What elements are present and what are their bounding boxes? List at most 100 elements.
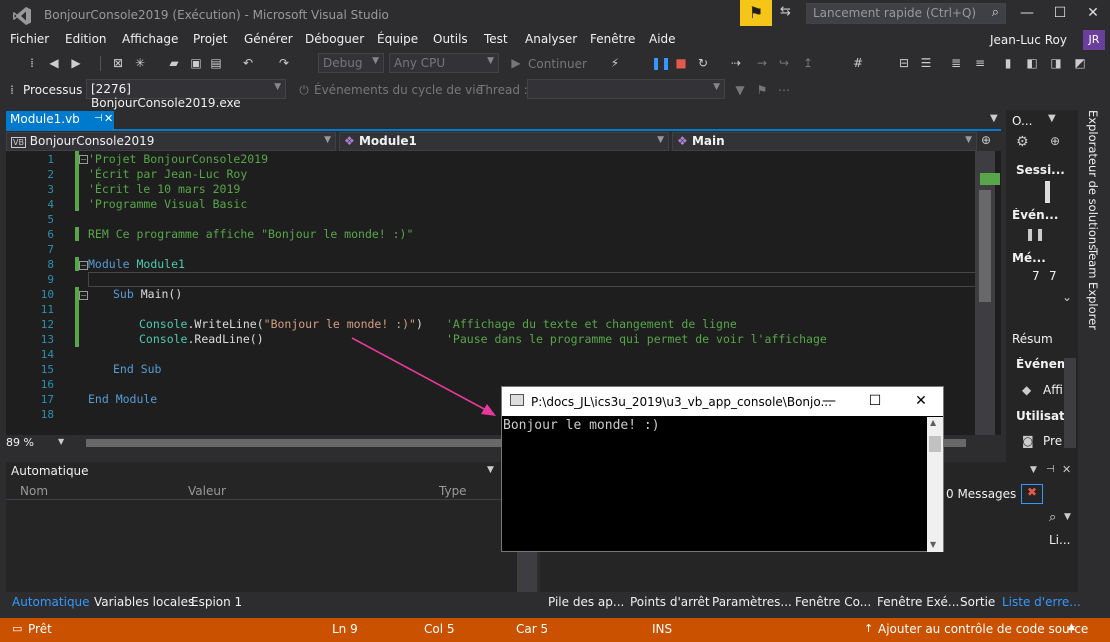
show-next-statement-icon[interactable]: ⇢ — [728, 55, 744, 71]
hex-display-icon[interactable]: # — [850, 55, 866, 71]
minimize-button[interactable]: — — [1010, 0, 1044, 28]
fold-toggle-icon[interactable]: − — [79, 155, 88, 164]
menu-fenetre[interactable]: Fenêtre — [590, 32, 635, 46]
continue-button[interactable]: Continuer — [528, 57, 587, 71]
close-icon[interactable]: ✕ — [1062, 463, 1071, 476]
console-minimize-button[interactable]: — — [806, 387, 852, 416]
avatar[interactable]: JR — [1083, 30, 1105, 50]
forward-icon[interactable]: ▶ — [68, 55, 84, 71]
step-over-icon[interactable]: ↪ — [776, 55, 792, 71]
column-type[interactable]: Type — [439, 484, 467, 498]
fold-toggle-icon[interactable]: − — [79, 291, 88, 300]
events-group[interactable]: Évén... — [1012, 208, 1076, 222]
menu-deboguer[interactable]: Déboguer — [305, 32, 364, 46]
console-close-button[interactable]: ✕ — [898, 387, 944, 416]
module-navigation-select[interactable]: ❖ Module1 ▼ — [339, 132, 669, 151]
undo-icon[interactable]: ↶ — [240, 55, 256, 71]
solution-explorer-tab[interactable]: Explorateur de solutions — [1086, 110, 1100, 250]
chevron-down-icon[interactable]: ⌄ — [1062, 290, 1072, 304]
zoom-in-icon[interactable]: ⊕ — [1050, 134, 1060, 148]
pin-icon[interactable]: ⊣ — [94, 113, 103, 124]
tab-close-icon[interactable]: ✕ — [104, 112, 113, 125]
tab-espion-1[interactable]: Espion 1 — [191, 595, 242, 609]
pause-icon[interactable]: ❚❚ — [1025, 227, 1045, 241]
user-name[interactable]: Jean-Luc Roy — [990, 33, 1067, 47]
new-project-icon[interactable]: ✳ — [132, 55, 148, 71]
project-navigation-select[interactable]: VB BonjourConsole2019 ▼ — [6, 132, 336, 151]
member-navigation-select[interactable]: ❖ Main ▼ — [672, 132, 977, 151]
restart-icon[interactable]: ↻ — [695, 55, 711, 71]
add-to-source-control-button[interactable]: Ajouter au contrôle de code source — [878, 622, 1088, 636]
chevron-down-icon[interactable]: ▼ — [1030, 465, 1037, 475]
process-select[interactable]: [2276] BonjourConsole2019.exe ▼ — [86, 79, 286, 110]
bookmark-prev-icon[interactable]: ◧ — [1024, 55, 1040, 71]
memory-group[interactable]: Mé... — [1012, 251, 1076, 265]
back-icon[interactable]: ◀ — [46, 55, 62, 71]
tab-command-window[interactable]: Fenêtre Co... — [795, 595, 871, 609]
menu-equipe[interactable]: Équipe — [377, 32, 418, 46]
tab-output[interactable]: Sortie — [960, 595, 995, 609]
menu-outils[interactable]: Outils — [433, 32, 468, 46]
quick-launch-input[interactable]: Lancement rapide (Ctrl+Q) ⌕ — [806, 3, 1006, 24]
chevron-down-icon[interactable]: ▼ — [1064, 512, 1071, 522]
flag-thread-icon[interactable]: ⚑ — [754, 82, 770, 98]
menu-analyser[interactable]: Analyser — [525, 32, 577, 46]
maximize-button[interactable]: ☐ — [1043, 0, 1077, 28]
live-share-icon[interactable]: ⇆ — [780, 4, 800, 22]
menu-affichage[interactable]: Affichage — [122, 32, 178, 46]
tab-call-stack[interactable]: Pile des ap... — [548, 595, 624, 609]
tab-overflow-icon[interactable]: ▼ — [990, 113, 998, 124]
panel-scrollbar[interactable] — [1064, 358, 1076, 448]
zoom-select[interactable]: 89 % ▼ — [6, 436, 68, 451]
save-icon[interactable]: ▣ — [188, 55, 204, 71]
step-out-icon[interactable]: ↥ — [800, 55, 816, 71]
search-icon[interactable]: ⌕ — [1049, 510, 1056, 525]
pin-icon[interactable]: ⊣ — [1046, 464, 1055, 475]
lifecycle-icon[interactable]: ⏻ — [296, 82, 312, 98]
build-intellisense-filter-icon[interactable]: ✖ — [1021, 484, 1043, 504]
filter-icon[interactable]: ▼ — [732, 82, 748, 98]
save-all-icon[interactable]: ▤ — [208, 55, 224, 71]
toolbox-icon[interactable]: ⊟ — [896, 55, 912, 71]
menu-generer[interactable]: Générer — [244, 32, 293, 46]
messages-filter[interactable]: 0 Messages — [946, 487, 1016, 501]
menu-projet[interactable]: Projet — [193, 32, 227, 46]
tab-exception-settings[interactable]: Paramètres... — [712, 595, 792, 609]
team-explorer-tab[interactable]: Team Explorer — [1086, 248, 1100, 330]
diagnostics-icon[interactable]: ⚡ — [607, 55, 623, 71]
step-into-icon[interactable]: → — [754, 55, 770, 71]
chevron-down-icon[interactable]: ▼ — [487, 465, 494, 475]
redo-icon[interactable]: ↷ — [276, 55, 292, 71]
summary-tab[interactable]: Résum — [1012, 332, 1072, 346]
show-events-link[interactable]: Affi — [1043, 383, 1063, 397]
scroll-down-icon[interactable]: ▼ — [930, 540, 936, 549]
chevron-up-icon[interactable]: ▲ — [1068, 622, 1075, 632]
scroll-up-icon[interactable]: ▲ — [930, 418, 936, 427]
menu-aide[interactable]: Aide — [649, 32, 676, 46]
comment-icon[interactable]: ≣ — [948, 55, 964, 71]
feedback-icon[interactable]: ⚑ — [740, 0, 772, 26]
bookmark-icon[interactable]: ▮ — [1000, 55, 1016, 71]
lifecycle-events-button[interactable]: Événements du cycle de vie — [314, 83, 483, 97]
continue-icon[interactable]: ▶ — [508, 55, 524, 71]
fold-toggle-icon[interactable]: − — [79, 261, 88, 270]
console-maximize-button[interactable]: ☐ — [852, 387, 898, 416]
snapshot-link[interactable]: Pre — [1043, 434, 1062, 448]
split-editor-icon[interactable]: ⊕ — [981, 133, 991, 147]
uncomment-icon[interactable]: ≡ — [972, 55, 988, 71]
tab-error-list[interactable]: Liste d'erre... — [1002, 595, 1081, 609]
menu-test[interactable]: Test — [484, 32, 508, 46]
console-scroll-thumb[interactable] — [929, 436, 941, 452]
tab-variables-locales[interactable]: Variables locales — [94, 595, 194, 609]
gear-icon[interactable]: ⚙ — [1016, 134, 1029, 150]
tab-automatique[interactable]: Automatique — [12, 595, 90, 609]
menu-fichier[interactable]: Fichier — [10, 32, 49, 46]
column-name[interactable]: Nom — [20, 484, 48, 498]
pause-icon[interactable]: ❚❚ — [651, 55, 671, 71]
tab-immediate-window[interactable]: Fenêtre Exé... — [877, 595, 959, 609]
bookmark-next-icon[interactable]: ◨ — [1048, 55, 1064, 71]
close-button[interactable]: ✕ — [1076, 0, 1110, 28]
tab-breakpoints[interactable]: Points d'arrêt — [630, 595, 710, 609]
platform-select[interactable]: Any CPU ▼ — [389, 53, 499, 73]
column-line[interactable]: Li... — [1049, 533, 1070, 547]
